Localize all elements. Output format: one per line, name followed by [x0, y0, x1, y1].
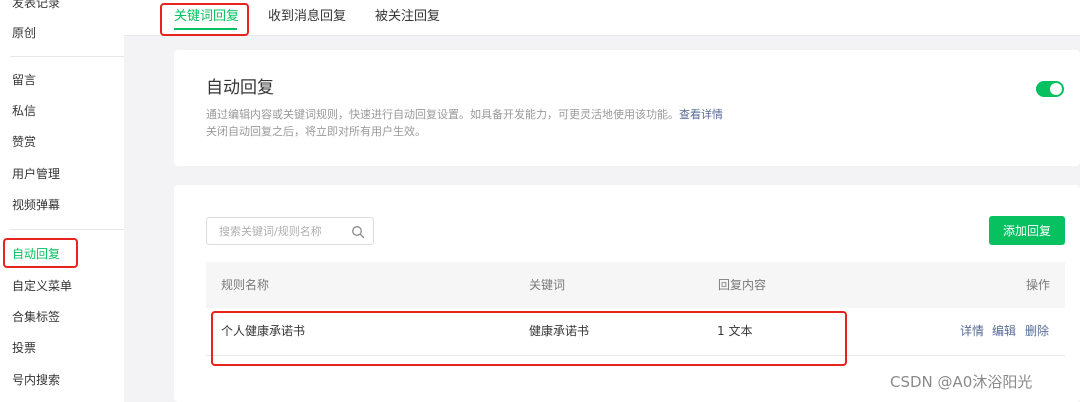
rules-table-header: 规则名称 关键词 回复内容 操作	[206, 262, 1065, 308]
sidebar-item-publish-records[interactable]: 发表记录	[12, 0, 60, 11]
tab-message-reply[interactable]: 收到消息回复	[268, 8, 346, 26]
sidebar-item-collection-tags[interactable]: 合集标签	[12, 309, 60, 325]
rule-search-box	[206, 217, 374, 245]
view-details-link[interactable]: 查看详情	[679, 108, 723, 121]
sidebar-divider	[10, 56, 124, 57]
column-keyword: 关键词	[529, 278, 566, 292]
auto-reply-toggle[interactable]	[1036, 81, 1064, 97]
sidebar-item-messages[interactable]: 私信	[12, 103, 36, 119]
column-rule-name: 规则名称	[221, 278, 270, 292]
highlight-box-rule-row	[211, 311, 847, 366]
delete-link[interactable]: 删除	[1025, 323, 1049, 339]
column-actions: 操作	[1026, 278, 1051, 292]
rule-search-input[interactable]	[207, 218, 345, 244]
sidebar-item-custom-menu[interactable]: 自定义菜单	[12, 278, 72, 294]
highlight-box-auto-reply	[3, 238, 78, 268]
search-icon[interactable]	[351, 225, 365, 239]
sidebar-item-vote[interactable]: 投票	[12, 340, 36, 356]
sidebar: 发表记录 原创 留言 私信 赞赏 用户管理 视频弹幕 自动回复 自定义菜单 合集…	[0, 0, 124, 402]
auto-reply-card: 自动回复 通过编辑内容或关键词规则，快速进行自动回复设置。如具备开发能力，可更灵…	[174, 50, 1080, 166]
sidebar-item-comments[interactable]: 留言	[12, 72, 36, 88]
sidebar-item-video-danmaku[interactable]: 视频弹幕	[12, 197, 60, 213]
tab-follow-reply[interactable]: 被关注回复	[375, 8, 440, 26]
sidebar-divider	[10, 229, 124, 230]
sidebar-item-user-management[interactable]: 用户管理	[12, 166, 60, 182]
column-reply-content: 回复内容	[718, 278, 767, 292]
auto-reply-description-text: 通过编辑内容或关键词规则，快速进行自动回复设置。如具备开发能力，可更灵活地使用该…	[206, 108, 679, 121]
details-link[interactable]: 详情	[960, 323, 984, 339]
auto-reply-title: 自动回复	[206, 78, 274, 98]
add-reply-button[interactable]: 添加回复	[989, 216, 1065, 245]
rules-card: 添加回复 规则名称 关键词 回复内容 操作 个人健康承诺书 健康承诺书 1 文本…	[174, 185, 1080, 402]
watermark: CSDN @A0沐浴阳光	[890, 373, 1033, 391]
sidebar-item-appreciation[interactable]: 赞赏	[12, 134, 36, 150]
reply-tabs: 关键词回复 收到消息回复 被关注回复	[124, 0, 1080, 36]
toggle-knob	[1050, 83, 1062, 95]
edit-link[interactable]: 编辑	[992, 323, 1016, 339]
highlight-box-keyword-tab	[160, 3, 249, 36]
sidebar-item-account-search[interactable]: 号内搜索	[12, 372, 60, 388]
auto-reply-description: 通过编辑内容或关键词规则，快速进行自动回复设置。如具备开发能力，可更灵活地使用该…	[206, 107, 723, 123]
auto-reply-note: 关闭自动回复之后，将立即对所有用户生效。	[206, 125, 426, 138]
sidebar-item-original[interactable]: 原创	[12, 25, 36, 41]
